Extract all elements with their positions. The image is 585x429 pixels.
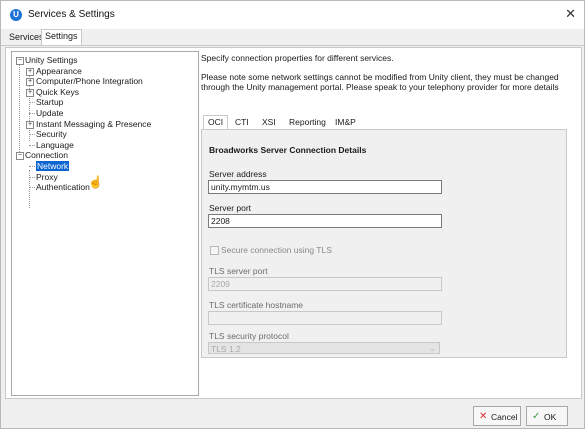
tree-item[interactable]: Appearance [36, 66, 82, 76]
tls-port-input: 2209 [208, 277, 442, 291]
cancel-button[interactable]: ✕ Cancel [473, 406, 521, 426]
tree-line [29, 176, 35, 178]
settings-detail: Specify connection properties for differ… [199, 51, 577, 394]
tree-item-label: Appearance [36, 65, 82, 76]
tree-item-label: Unity Settings [25, 55, 78, 65]
tree-item[interactable]: Security [36, 129, 67, 139]
tree-item[interactable]: Unity Settings [25, 55, 77, 65]
tree-line [29, 144, 35, 146]
top-tab-bar: Services Settings [1, 29, 584, 46]
ok-button[interactable]: ✓ OK [526, 406, 568, 426]
tree-item-label: Proxy [36, 171, 58, 182]
tree-item-label: Network [36, 161, 70, 171]
settings-note: Please note some network settings cannot… [201, 72, 559, 92]
tls-hostname-label: TLS certificate hostname [209, 300, 304, 310]
secure-connection-label: Secure connection using TLS [221, 245, 332, 255]
tab-xsi[interactable]: XSI [258, 116, 280, 128]
tree-expander-icon[interactable]: − [16, 152, 24, 161]
close-icon[interactable]: ✕ [565, 6, 576, 22]
unity-app-icon: U [10, 9, 22, 21]
tree-item[interactable]: Computer/Phone Integration [36, 76, 143, 86]
hand-cursor-icon: ☝ [88, 175, 103, 189]
server-address-label: Server address [209, 169, 267, 179]
server-address-input[interactable]: unity.mymtm.us [208, 180, 442, 194]
tree-item[interactable]: Connection [25, 150, 68, 160]
secure-connection-checkbox[interactable] [210, 246, 219, 255]
cancel-label: Cancel [491, 412, 518, 422]
tree-expander-icon[interactable]: + [26, 88, 34, 97]
tree-expander-icon[interactable]: − [16, 57, 24, 65]
tree-line [29, 134, 35, 136]
settings-description: Specify connection properties for differ… [201, 53, 394, 63]
settings-tree[interactable]: ☝ − Unity Settings + Appearance + Computer/Ph… [11, 51, 199, 396]
tls-hostname-input [208, 311, 442, 325]
tree-item[interactable]: Language [36, 140, 74, 150]
tree-item[interactable]: Instant Messaging & Presence [36, 119, 151, 129]
tls-protocol-value: TLS 1.2 [211, 344, 241, 354]
tab-oci[interactable]: OCI [203, 115, 229, 130]
tree-item[interactable]: Network [36, 161, 70, 171]
tree-expander-icon[interactable]: + [26, 67, 34, 76]
window-title: Services & Settings [28, 9, 115, 20]
tree-item-label: Connection [25, 150, 69, 161]
cancel-x-icon: ✕ [479, 411, 488, 422]
tree-expander-icon[interactable]: + [26, 78, 34, 87]
tree-item-label: Authentication [36, 182, 90, 193]
tree-item-label: Language [36, 139, 74, 150]
tree-item[interactable]: Proxy [36, 172, 58, 182]
tab-settings[interactable]: Settings [41, 29, 82, 45]
settings-window: U Services & Settings ✕ Services Setting… [0, 0, 585, 429]
tree-line [19, 64, 20, 158]
tree-item[interactable]: Update [36, 108, 63, 118]
tree-item-label: Startup [36, 97, 64, 108]
tree-item[interactable]: Authentication [36, 182, 90, 192]
server-port-input[interactable]: 2208 [208, 214, 442, 228]
checkmark-icon: ✓ [532, 411, 541, 422]
chevron-down-icon: ⌄ [429, 344, 436, 353]
tree-item-label: Instant Messaging & Presence [36, 118, 152, 129]
tree-item[interactable]: Quick Keys [36, 87, 79, 97]
tree-line [29, 187, 35, 189]
tree-line [29, 166, 35, 167]
tab-reporting[interactable]: Reporting [285, 116, 330, 128]
tree-item-label: Computer/Phone Integration [36, 76, 143, 87]
tree-item-label: Update [36, 108, 64, 118]
server-port-label: Server port [209, 203, 252, 213]
section-heading: Broadworks Server Connection Details [209, 145, 367, 155]
tls-port-label: TLS server port [209, 266, 268, 276]
tls-protocol-label: TLS security protocol [209, 331, 289, 341]
oci-panel: Broadworks Server Connection Details Ser… [201, 129, 567, 358]
settings-content: ☝ − Unity Settings + Appearance + Computer/Ph… [5, 47, 582, 399]
tree-item-label: Security [36, 129, 67, 140]
tree-expander-icon[interactable]: + [26, 120, 34, 129]
tab-cti[interactable]: CTI [231, 116, 253, 128]
title-bar: U Services & Settings ✕ [1, 1, 584, 29]
tls-protocol-select: TLS 1.2 ⌄ [208, 342, 440, 354]
ok-label: OK [544, 412, 557, 422]
tab-imp[interactable]: IM&P [331, 116, 360, 128]
tree-item[interactable]: Startup [36, 97, 63, 107]
tree-line [29, 102, 35, 104]
tree-line [29, 113, 35, 114]
tree-item-label: Quick Keys [36, 86, 79, 97]
